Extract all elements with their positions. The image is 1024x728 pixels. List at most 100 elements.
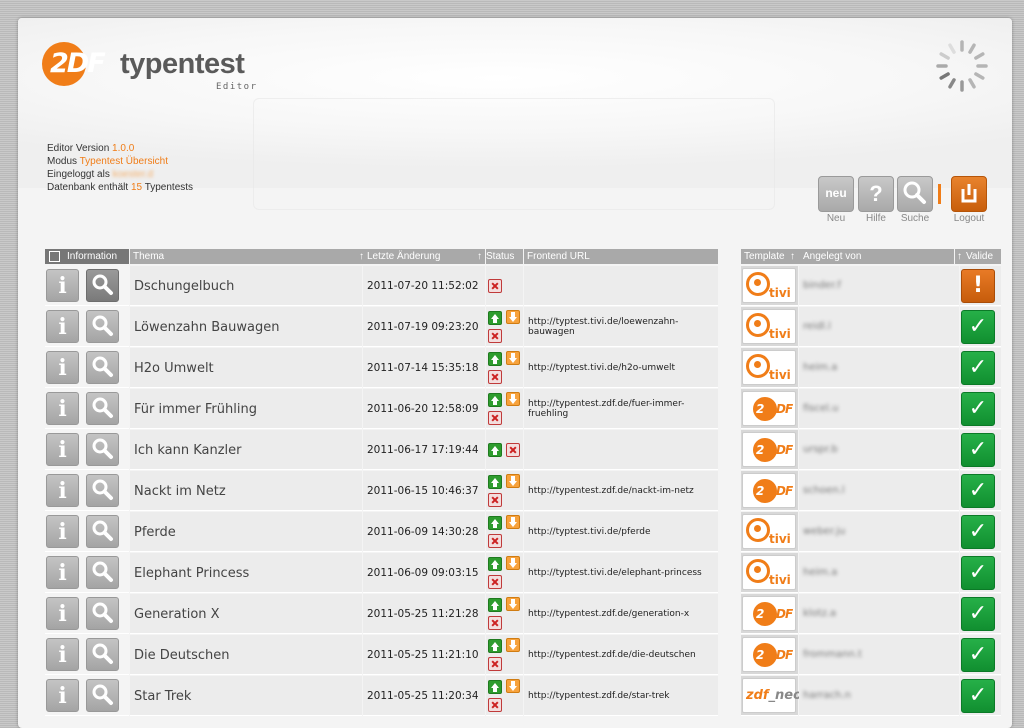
info-button[interactable]: i [46,310,79,343]
preview-button[interactable] [86,351,119,384]
header-frontend-url[interactable]: Frontend URL [524,249,718,264]
thema-text[interactable]: Pferde [134,525,176,540]
thema-text[interactable]: Nackt im Netz [134,484,226,499]
preview-button[interactable] [86,433,119,466]
header-letzte-aenderung[interactable]: ↑ Letzte Änderung [359,249,485,264]
info-button[interactable]: i [46,638,79,671]
unpublish-down-icon[interactable] [506,556,520,570]
unpublish-down-icon[interactable] [506,392,520,406]
info-button[interactable]: i [46,556,79,589]
thema-text[interactable]: Star Trek [134,689,191,704]
valid-ok-badge[interactable]: ✓ [961,351,995,385]
publish-up-icon[interactable] [488,680,502,694]
valid-ok-badge[interactable]: ✓ [961,474,995,508]
publish-up-icon[interactable] [488,598,502,612]
info-button[interactable]: i [46,679,79,712]
delete-icon[interactable] [488,279,502,293]
info-button[interactable]: i [46,515,79,548]
thema-text[interactable]: Die Deutschen [134,648,230,663]
frontend-url[interactable]: http://typentest.zdf.de/fuer-immer- [528,399,684,409]
help-button[interactable]: ? Hilfe [858,176,894,224]
info-button[interactable]: i [46,433,79,466]
frontend-url[interactable]: http://typentest.zdf.de/generation-x [528,609,689,619]
thema-text[interactable]: H2o Umwelt [134,361,214,376]
frontend-url[interactable]: http://typtest.tivi.de/pferde [528,527,651,537]
info-cell: i [45,430,129,470]
preview-button[interactable] [86,392,119,425]
valid-ok-badge[interactable]: ✓ [961,433,995,467]
valid-error-badge[interactable]: ! [961,269,995,303]
thema-text[interactable]: Ich kann Kanzler [134,443,242,458]
info-button[interactable]: i [46,597,79,630]
preview-button[interactable] [86,269,119,302]
unpublish-down-icon[interactable] [506,474,520,488]
delete-icon[interactable] [488,698,502,712]
delete-icon[interactable] [488,411,502,425]
publish-up-icon[interactable] [488,557,502,571]
zdf-mark-rest: DF [776,443,793,457]
publish-up-icon[interactable] [488,311,502,325]
unpublish-down-icon[interactable] [506,515,520,529]
delete-icon[interactable] [488,329,502,343]
valid-ok-badge[interactable]: ✓ [961,515,995,549]
delete-icon[interactable] [488,575,502,589]
frontend-url[interactable]: http://typtest.tivi.de/h2o-umwelt [528,363,675,373]
preview-button[interactable] [86,310,119,343]
thema-text[interactable]: Dschungelbuch [134,279,234,294]
search-button[interactable]: Suche [897,176,933,224]
valid-ok-badge[interactable]: ✓ [961,638,995,672]
valid-ok-badge[interactable]: ✓ [961,556,995,590]
preview-button[interactable] [86,679,119,712]
delete-icon[interactable] [488,534,502,548]
valid-ok-badge[interactable]: ✓ [961,310,995,344]
unpublish-down-icon[interactable] [506,310,520,324]
thema-text[interactable]: Für immer Frühling [134,402,257,417]
delete-icon[interactable] [488,370,502,384]
valid-ok-badge[interactable]: ✓ [961,597,995,631]
delete-icon[interactable] [488,616,502,630]
delete-icon[interactable] [488,657,502,671]
frontend-url-continued[interactable]: bauwagen [528,327,575,337]
header-status[interactable]: ↑ Status [477,249,523,264]
info-button[interactable]: i [46,351,79,384]
thema-text[interactable]: Generation X [134,607,220,622]
frontend-url[interactable]: http://typtest.tivi.de/loewenzahn- [528,317,678,327]
frontend-url[interactable]: http://typtest.tivi.de/elephant-princess [528,568,702,578]
header-information[interactable]: Information [45,249,129,264]
frontend-url-continued[interactable]: fruehling [528,409,568,419]
preview-button[interactable] [86,515,119,548]
publish-up-icon[interactable] [488,516,502,530]
frontend-url[interactable]: http://typentest.zdf.de/die-deutschen [528,650,696,660]
preview-button[interactable] [86,597,119,630]
thema-text[interactable]: Löwenzahn Bauwagen [134,320,279,335]
delete-icon[interactable] [506,443,520,457]
header-template[interactable]: Template ↑ Angelegt von [741,249,954,264]
unpublish-down-icon[interactable] [506,638,520,652]
frontend-url[interactable]: http://typentest.zdf.de/nackt-im-netz [528,486,694,496]
template-cell: 2 DF [741,471,798,511]
delete-icon[interactable] [488,493,502,507]
template-cell: tivi [741,266,798,306]
info-button[interactable]: i [46,474,79,507]
thema-text[interactable]: Elephant Princess [134,566,249,581]
preview-button[interactable] [86,556,119,589]
preview-button[interactable] [86,474,119,507]
publish-up-icon[interactable] [488,639,502,653]
publish-up-icon[interactable] [488,352,502,366]
publish-up-icon[interactable] [488,475,502,489]
unpublish-down-icon[interactable] [506,597,520,611]
valid-ok-badge[interactable]: ✓ [961,679,995,713]
unpublish-down-icon[interactable] [506,351,520,365]
frontend-url[interactable]: http://typentest.zdf.de/star-trek [528,691,670,701]
info-button[interactable]: i [46,392,79,425]
unpublish-down-icon[interactable] [506,679,520,693]
valid-ok-badge[interactable]: ✓ [961,392,995,426]
info-button[interactable]: i [46,269,79,302]
preview-button[interactable] [86,638,119,671]
header-valide[interactable]: ↑ Valide [955,249,1001,264]
logout-button[interactable]: Logout [951,176,987,224]
publish-up-icon[interactable] [488,443,502,457]
new-button[interactable]: neu Neu [818,176,854,224]
neo-mark-b: _neo [768,688,803,703]
publish-up-icon[interactable] [488,393,502,407]
